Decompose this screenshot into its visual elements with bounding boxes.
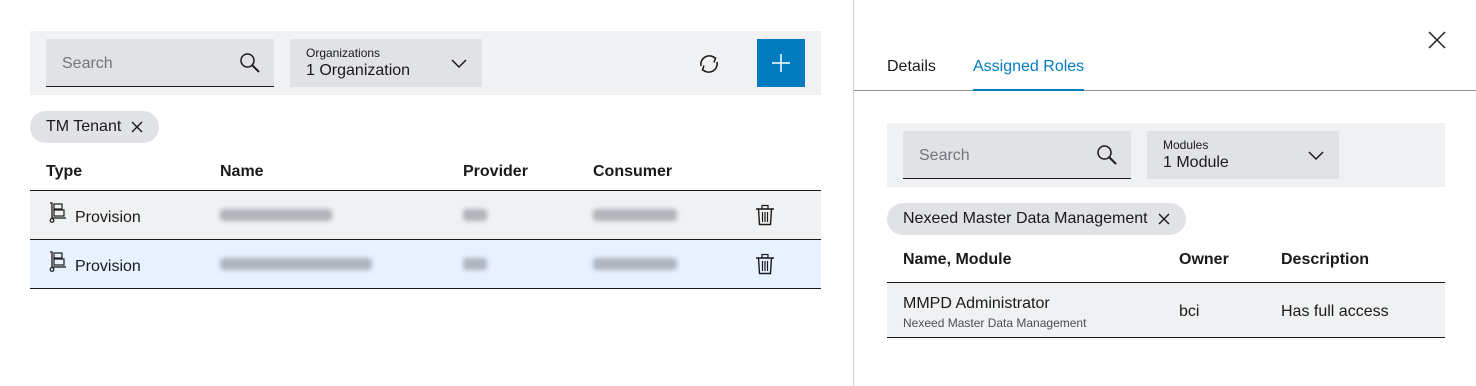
column-name[interactable]: Name: [220, 163, 264, 181]
filter-chip-label: TM Tenant: [46, 118, 122, 135]
column-owner[interactable]: Owner: [1179, 251, 1229, 269]
column-name-module[interactable]: Name, Module: [903, 251, 1011, 269]
roles-table-header: Name, Module Owner Description: [887, 246, 1445, 283]
assignments-panel: Search Organizations 1 Organization TM T…: [0, 0, 853, 386]
trash-icon[interactable]: [754, 204, 776, 226]
column-consumer[interactable]: Consumer: [593, 163, 672, 181]
filter-chip-tenant[interactable]: TM Tenant: [30, 111, 160, 143]
roles-search-input[interactable]: Search: [903, 131, 1131, 179]
redacted-name: [220, 258, 372, 270]
organizations-label: Organizations: [306, 46, 381, 60]
close-icon[interactable]: [1158, 213, 1170, 225]
tab-details[interactable]: Details: [887, 58, 936, 91]
row-type: Provision: [75, 258, 141, 275]
redacted-consumer: [593, 209, 677, 221]
hand-truck-icon: [49, 251, 66, 272]
add-button[interactable]: [757, 39, 805, 87]
row-type: Provision: [75, 209, 141, 226]
redacted-provider: [463, 258, 487, 270]
search-icon[interactable]: [1095, 143, 1119, 167]
modules-label: Modules: [1163, 138, 1209, 152]
modules-value: 1 Module: [1163, 154, 1229, 171]
detail-panel: Details Assigned Roles Search Modules 1 …: [853, 0, 1476, 386]
close-icon[interactable]: [131, 121, 143, 133]
roles-toolbar: Search Modules 1 Module: [887, 123, 1445, 187]
search-placeholder: Search: [919, 147, 970, 164]
role-row[interactable]: MMPD Administrator Nexeed Master Data Ma…: [887, 283, 1445, 338]
search-input[interactable]: Search: [46, 39, 274, 87]
table-row-selected[interactable]: Provision: [30, 240, 821, 289]
tab-bar: Details Assigned Roles: [854, 0, 1476, 91]
refresh-icon[interactable]: [696, 51, 722, 77]
search-placeholder: Search: [62, 55, 113, 72]
hand-truck-icon: [49, 202, 66, 223]
table-header: Type Name Provider Consumer: [30, 155, 821, 191]
filter-chip-label: Nexeed Master Data Management: [903, 210, 1148, 227]
column-provider[interactable]: Provider: [463, 163, 528, 181]
role-description: Has full access: [1281, 303, 1389, 320]
tab-assigned-roles[interactable]: Assigned Roles: [973, 58, 1085, 91]
search-icon[interactable]: [238, 51, 262, 75]
redacted-name: [220, 209, 332, 221]
close-icon[interactable]: [1428, 31, 1446, 49]
column-type[interactable]: Type: [46, 163, 82, 181]
trash-icon[interactable]: [754, 253, 776, 275]
chevron-down-icon: [451, 59, 467, 69]
column-description[interactable]: Description: [1281, 251, 1369, 269]
chevron-down-icon: [1308, 151, 1324, 161]
role-owner: bci: [1179, 303, 1200, 320]
role-name: MMPD Administrator: [903, 295, 1050, 312]
redacted-consumer: [593, 258, 677, 270]
redacted-provider: [463, 209, 487, 221]
filter-chip-module[interactable]: Nexeed Master Data Management: [887, 203, 1186, 235]
organizations-dropdown[interactable]: Organizations 1 Organization: [290, 39, 482, 87]
role-module: Nexeed Master Data Management: [903, 316, 1087, 330]
add-icon: [772, 54, 790, 72]
toolbar: Search Organizations 1 Organization: [30, 31, 821, 95]
table-row[interactable]: Provision: [30, 191, 821, 240]
organizations-value: 1 Organization: [306, 62, 411, 79]
modules-dropdown[interactable]: Modules 1 Module: [1147, 131, 1339, 179]
